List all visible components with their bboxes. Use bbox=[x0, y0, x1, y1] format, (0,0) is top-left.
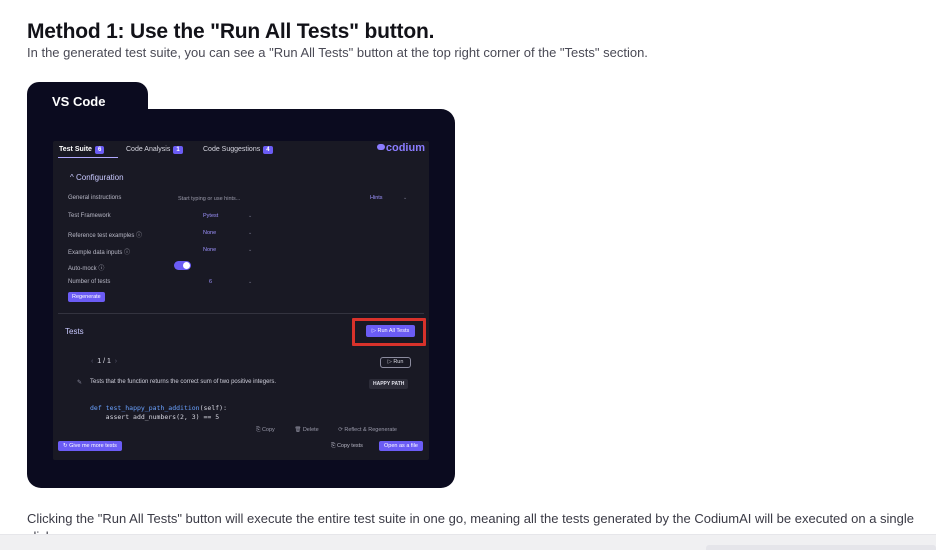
bottom-strip-bar bbox=[706, 545, 936, 550]
open-as-file-button[interactable]: Open as a file bbox=[379, 441, 423, 451]
configuration-toggle[interactable]: ^ Configuration bbox=[70, 173, 124, 182]
example-data-inputs-label: Example data inputs ⓘ bbox=[68, 250, 131, 256]
general-instructions-input[interactable]: Start typing or use hints... bbox=[178, 196, 240, 202]
code-assert-line: assert add_numbers(2, 3) == 5 bbox=[105, 413, 220, 421]
panel-footer: ↻ Give me more tests ⎘ Copy tests Open a… bbox=[53, 436, 429, 460]
general-instructions-label: General instructions bbox=[68, 195, 122, 201]
auto-mock-label: Auto-mock ⓘ bbox=[68, 266, 105, 272]
run-test-label: Run bbox=[393, 359, 404, 365]
frame-tab-corner bbox=[118, 82, 148, 112]
edit-pencil-icon[interactable]: ✎ bbox=[77, 379, 82, 386]
test-framework-select[interactable]: Pytest bbox=[203, 213, 218, 219]
run-all-highlight-box bbox=[352, 318, 426, 346]
test-code-block: def test_happy_path_addition(self): asse… bbox=[90, 404, 227, 422]
tab-label: Test Suite bbox=[59, 146, 92, 153]
logo-text: codium bbox=[385, 142, 425, 154]
copy-tests-label: Copy tests bbox=[336, 443, 363, 449]
tab-code-analysis[interactable]: Code Analysis 1 bbox=[126, 146, 183, 154]
test-tag-badge: HAPPY PATH bbox=[369, 379, 409, 389]
test-framework-label: Test Framework bbox=[68, 213, 111, 219]
copy-label: Copy bbox=[261, 427, 275, 433]
code-actions: ⎘ Copy 🗑 Delete ⟳ Reflect & Regenerate bbox=[256, 427, 415, 434]
hints-dropdown[interactable]: Hints bbox=[370, 195, 383, 201]
example-data-inputs-select[interactable]: None bbox=[203, 247, 216, 253]
pager-text: 1 / 1 bbox=[97, 358, 111, 365]
intro-text: In the generated test suite, you can see… bbox=[27, 45, 648, 60]
reflect-regenerate-button[interactable]: ⟳ Reflect & Regenerate bbox=[338, 427, 406, 433]
chevron-down-icon: ⌄ bbox=[248, 213, 253, 219]
tab-count-badge: 1 bbox=[173, 146, 183, 154]
frame-tab-label: VS Code bbox=[52, 94, 106, 109]
test-pager: ‹ 1 / 1 › bbox=[91, 358, 117, 365]
chevron-down-icon: ⌄ bbox=[248, 230, 253, 236]
delete-test-button[interactable]: 🗑 Delete bbox=[294, 427, 327, 433]
chevron-down-icon: ⌄ bbox=[248, 247, 253, 253]
code-keyword: def bbox=[90, 404, 102, 412]
panel-tabs: Test Suite 6 Code Analysis 1 Code Suggesti… bbox=[53, 141, 429, 161]
prev-arrow-icon[interactable]: ‹ bbox=[91, 358, 95, 365]
reflect-label: Reflect & Regenerate bbox=[344, 427, 397, 433]
code-signature-rest: (self): bbox=[199, 404, 227, 412]
codium-logo: codium bbox=[376, 142, 425, 154]
tab-code-suggestions[interactable]: Code Suggestions 4 bbox=[203, 146, 273, 154]
tab-label: Code Analysis bbox=[126, 146, 171, 153]
copy-code-button[interactable]: ⎘ Copy bbox=[256, 427, 284, 433]
next-arrow-icon[interactable]: › bbox=[115, 358, 117, 365]
tab-label: Code Suggestions bbox=[203, 146, 261, 153]
logo-mark-icon bbox=[376, 144, 385, 150]
page-heading: Method 1: Use the "Run All Tests" button… bbox=[27, 20, 435, 43]
tab-count-badge: 6 bbox=[94, 146, 105, 154]
copy-tests-button[interactable]: ⎘ Copy tests bbox=[331, 443, 363, 450]
chevron-down-icon: ⌄ bbox=[403, 195, 408, 201]
reference-examples-label: Reference test examples ⓘ bbox=[68, 233, 143, 239]
more-tests-label: Give me more tests bbox=[69, 443, 117, 449]
run-test-button[interactable]: ▷ Run bbox=[380, 357, 411, 368]
delete-label: Delete bbox=[302, 427, 319, 433]
tests-section-title: Tests bbox=[65, 327, 84, 336]
code-function-name: test_happy_path_addition bbox=[105, 404, 200, 412]
give-more-tests-button[interactable]: ↻ Give me more tests bbox=[58, 441, 122, 451]
regenerate-button[interactable]: Regenerate bbox=[68, 292, 105, 302]
chevron-down-icon: ⌄ bbox=[248, 279, 253, 285]
codium-panel: Test Suite 6 Code Analysis 1 Code Suggesti… bbox=[53, 141, 429, 460]
number-of-tests-select[interactable]: 6 bbox=[209, 279, 212, 285]
page-bottom-strip bbox=[0, 534, 936, 550]
active-tab-underline bbox=[58, 157, 118, 158]
section-divider bbox=[58, 313, 424, 314]
number-of-tests-label: Number of tests bbox=[68, 279, 111, 285]
auto-mock-toggle[interactable] bbox=[174, 261, 191, 270]
tab-test-suite[interactable]: Test Suite 6 bbox=[59, 146, 105, 154]
test-description: Tests that the function returns the corr… bbox=[90, 379, 277, 385]
configuration-title: Configuration bbox=[75, 173, 124, 182]
reference-examples-select[interactable]: None bbox=[203, 230, 216, 236]
tab-count-badge: 4 bbox=[263, 146, 273, 154]
